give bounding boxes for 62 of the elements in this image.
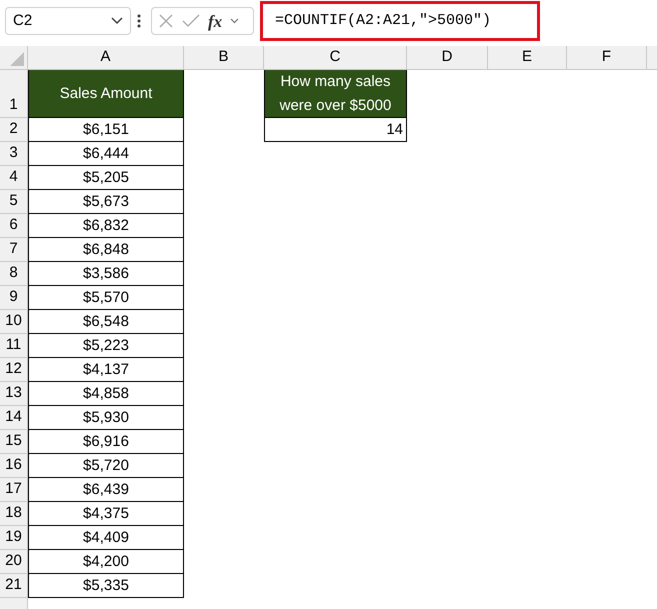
table-cell: $6,548 bbox=[28, 310, 184, 334]
table-cell: $3,586 bbox=[28, 262, 184, 286]
more-options-icon[interactable] bbox=[137, 13, 141, 29]
row-header[interactable]: 19 bbox=[0, 526, 28, 550]
table-cell: $4,858 bbox=[28, 382, 184, 406]
row-header[interactable]: 8 bbox=[0, 262, 28, 286]
column-header[interactable] bbox=[647, 46, 657, 70]
name-box[interactable]: C2 bbox=[5, 7, 131, 35]
row-header[interactable]: 20 bbox=[0, 550, 28, 574]
row-header[interactable]: 21 bbox=[0, 574, 28, 598]
insert-function-button[interactable]: fx bbox=[208, 12, 222, 30]
table-cell: $5,720 bbox=[28, 454, 184, 478]
row-header[interactable]: 9 bbox=[0, 286, 28, 310]
column-header[interactable]: C bbox=[264, 46, 407, 70]
caret-icon bbox=[230, 18, 240, 24]
table-cell: $4,137 bbox=[28, 358, 184, 382]
check-icon[interactable] bbox=[182, 14, 200, 28]
caret-icon bbox=[111, 17, 123, 25]
table-cell: 14 bbox=[264, 118, 407, 142]
row-header[interactable]: 4 bbox=[0, 166, 28, 190]
table-cell: $5,673 bbox=[28, 190, 184, 214]
row-header[interactable] bbox=[0, 598, 28, 609]
column-header[interactable]: E bbox=[488, 46, 567, 70]
column-header[interactable]: A bbox=[28, 46, 184, 70]
column-header[interactable]: B bbox=[184, 46, 264, 70]
table-cell: $5,223 bbox=[28, 334, 184, 358]
column-header[interactable]: F bbox=[567, 46, 647, 70]
table-cell: $4,375 bbox=[28, 502, 184, 526]
table-cell: $6,151 bbox=[28, 118, 184, 142]
row-header[interactable]: 14 bbox=[0, 406, 28, 430]
select-all-icon[interactable] bbox=[10, 52, 24, 66]
formula-field[interactable]: =COUNTIF(A2:A21,">5000") bbox=[260, 1, 540, 41]
table-cell: $4,409 bbox=[28, 526, 184, 550]
row-header[interactable]: 2 bbox=[0, 118, 28, 142]
table-cell: $5,205 bbox=[28, 166, 184, 190]
column-title: Sales Amount bbox=[28, 70, 184, 118]
table-cell: $5,570 bbox=[28, 286, 184, 310]
row-header[interactable]: 17 bbox=[0, 478, 28, 502]
row-header[interactable]: 15 bbox=[0, 430, 28, 454]
row-header[interactable]: 5 bbox=[0, 190, 28, 214]
row-header[interactable]: 3 bbox=[0, 142, 28, 166]
row-header[interactable]: 18 bbox=[0, 502, 28, 526]
row-header[interactable]: 12 bbox=[0, 358, 28, 382]
table-cell: $6,444 bbox=[28, 142, 184, 166]
row-header[interactable]: 11 bbox=[0, 334, 28, 358]
table-cell: $6,832 bbox=[28, 214, 184, 238]
row-header[interactable]: 16 bbox=[0, 454, 28, 478]
table-cell: $6,916 bbox=[28, 430, 184, 454]
row-header[interactable]: 1 bbox=[0, 70, 28, 118]
column-title: How many sales were over $5000 bbox=[264, 70, 407, 118]
cancel-icon[interactable] bbox=[158, 13, 174, 29]
column-header[interactable]: D bbox=[407, 46, 488, 70]
row-header[interactable]: 10 bbox=[0, 310, 28, 334]
row-header[interactable]: 6 bbox=[0, 214, 28, 238]
row-header[interactable]: 13 bbox=[0, 382, 28, 406]
table-cell: $4,200 bbox=[28, 550, 184, 574]
table-cell: $5,930 bbox=[28, 406, 184, 430]
table-cell: $5,335 bbox=[28, 574, 184, 598]
row-header[interactable]: 7 bbox=[0, 238, 28, 262]
cell-reference: C2 bbox=[13, 10, 32, 31]
table-cell: $6,848 bbox=[28, 238, 184, 262]
table-cell: $6,439 bbox=[28, 478, 184, 502]
